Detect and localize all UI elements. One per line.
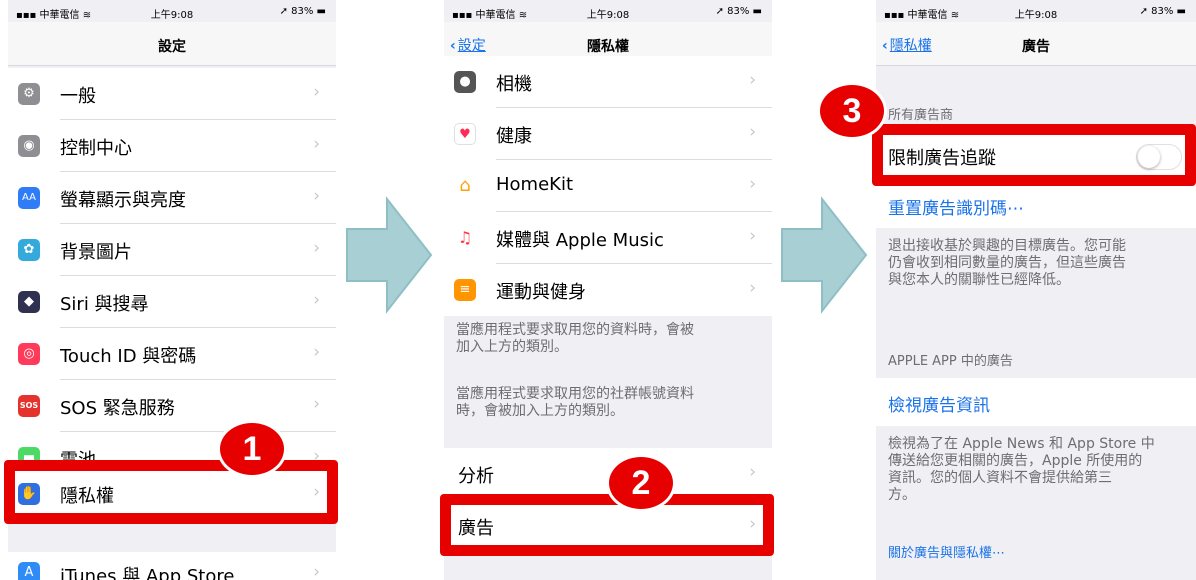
highlight-limit-ad-tracking [872, 124, 1196, 186]
privacy-item-label: 分析 [458, 466, 494, 487]
arrow-right-icon [346, 196, 433, 314]
view-ad-info-row: 檢視廣告資訊 [876, 378, 1196, 426]
chevron-right-icon: › [749, 122, 756, 142]
limit-tracking-note: 退出接收基於興趣的目標廣告。您可能 仍會收到相同數量的廣告，但這些廣告 與您本人… [888, 238, 1126, 288]
privacy-item-motion[interactable]: ≡ 運動與健身 › [444, 264, 772, 316]
nav-bar: ‹ 隱私權 廣告 [876, 22, 1196, 66]
chevron-right-icon: › [313, 290, 320, 310]
settings-item-label: iTunes 與 App Store [60, 566, 235, 580]
social-footer-note: 當應用程式要求取用您的社群帳號資料 時，會被加入上方的類別。 [456, 386, 694, 419]
page-title: 設定 [158, 39, 186, 55]
camera-icon: ● [454, 71, 476, 93]
ad-info-note: 檢視為了在 Apple News 和 App Store 中 傳送給您更相關的廣… [888, 436, 1155, 503]
privacy-item-label: 媒體與 Apple Music [496, 230, 664, 251]
battery-indicator: ➚ 83% ▬ [279, 6, 326, 17]
settings-item-wallpaper[interactable]: ✿ 背景圖片 › [8, 224, 336, 276]
about-ads-privacy-link[interactable]: 關於廣告與隱私權⋯ [888, 542, 1005, 561]
home-icon: ⌂ [454, 175, 476, 197]
chevron-right-icon: › [749, 70, 756, 90]
page-title: 隱私權 [587, 39, 629, 55]
settings-item-display[interactable]: AA 螢幕顯示與亮度 › [8, 172, 336, 224]
fingerprint-icon: ◎ [18, 343, 40, 365]
page-title: 廣告 [1022, 39, 1050, 55]
control-center-icon: ◉ [18, 135, 40, 157]
settings-item-label: 背景圖片 [60, 242, 132, 263]
settings-item-sos[interactable]: SOS SOS 緊急服務 › [8, 380, 336, 432]
reset-ad-identifier-link[interactable]: 重置廣告識別碼⋯ [888, 194, 1024, 219]
step-badge-2: 2 [606, 454, 676, 512]
highlight-privacy [4, 460, 338, 524]
heart-icon: ♥ [454, 123, 476, 145]
settings-item-control-center[interactable]: ◉ 控制中心 › [8, 120, 336, 172]
status-bar: ▪▪▪ 中華電信 ≋ 上午9:08 ➚ 83% ▬ [8, 0, 336, 22]
privacy-item-label: 運動與健身 [496, 282, 586, 303]
chevron-right-icon: › [749, 278, 756, 298]
step-badge-3: 3 [817, 82, 887, 140]
sos-icon: SOS [18, 395, 40, 417]
chevron-right-icon: › [313, 82, 320, 102]
settings-item-label: Touch ID 與密碼 [60, 346, 197, 367]
arrow-right-icon [781, 196, 868, 314]
app-store-icon: A [18, 562, 40, 580]
chevron-right-icon: › [313, 394, 320, 414]
privacy-item-health[interactable]: ♥ 健康 › [444, 108, 772, 160]
display-brightness-icon: AA [18, 187, 40, 209]
settings-item-general[interactable]: ⚙ 一般 › [8, 68, 336, 120]
battery-indicator: ➚ 83% ▬ [715, 6, 762, 17]
motion-fitness-icon: ≡ [454, 279, 476, 301]
chevron-right-icon: › [749, 174, 756, 194]
status-bar: ▪▪▪ 中華電信 ≋ 上午9:08 ➚ 83% ▬ [444, 0, 772, 22]
nav-bar: 設定 [8, 22, 336, 66]
settings-item-touch-id[interactable]: ◎ Touch ID 與密碼 › [8, 328, 336, 380]
privacy-item-label: 相機 [496, 74, 532, 95]
privacy-item-camera[interactable]: ● 相機 › [444, 56, 772, 108]
siri-icon: ◆ [18, 291, 40, 313]
chevron-right-icon: › [749, 226, 756, 246]
chevron-right-icon: › [313, 342, 320, 362]
chevron-right-icon: › [313, 238, 320, 258]
privacy-item-media[interactable]: ♫ 媒體與 Apple Music › [444, 212, 772, 264]
gear-icon: ⚙ [18, 83, 40, 105]
chevron-right-icon: › [313, 562, 320, 580]
battery-indicator: ➚ 83% ▬ [1139, 6, 1186, 17]
section-header-apple-app-ads: APPLE APP 中的廣告 [888, 354, 1013, 369]
step-badge-1: 1 [217, 420, 287, 478]
status-bar: ▪▪▪ 中華電信 ≋ 上午9:08 ➚ 83% ▬ [876, 0, 1196, 22]
settings-item-label: 螢幕顯示與亮度 [60, 190, 186, 211]
chevron-right-icon: › [749, 462, 756, 482]
chevron-right-icon: › [313, 134, 320, 154]
privacy-item-homekit[interactable]: ⌂ HomeKit › [444, 160, 772, 212]
music-note-icon: ♫ [454, 227, 476, 249]
highlight-advertising [440, 494, 774, 556]
settings-item-label: SOS 緊急服務 [60, 398, 175, 419]
settings-item-itunes[interactable]: A iTunes 與 App Store › [8, 552, 336, 580]
chevron-right-icon: › [313, 186, 320, 206]
settings-item-label: Siri 與搜尋 [60, 294, 149, 315]
reset-ad-id-row: 重置廣告識別碼⋯ [876, 182, 1196, 228]
settings-item-label: 一般 [60, 86, 96, 107]
privacy-item-label: 健康 [496, 126, 532, 147]
section-header-all-advertisers: 所有廣告商 [888, 108, 954, 123]
view-ad-information-link[interactable]: 檢視廣告資訊 [888, 391, 990, 416]
privacy-item-label: HomeKit [496, 174, 574, 195]
settings-item-label: 控制中心 [60, 138, 132, 159]
wallpaper-icon: ✿ [18, 239, 40, 261]
advertising-screen: ▪▪▪ 中華電信 ≋ 上午9:08 ➚ 83% ▬ ‹ 隱私權 廣告 所有廣告商 … [876, 0, 1196, 580]
privacy-footer-note: 當應用程式要求取用您的資料時，會被 加入上方的類別。 [456, 322, 694, 355]
settings-item-siri[interactable]: ◆ Siri 與搜尋 › [8, 276, 336, 328]
